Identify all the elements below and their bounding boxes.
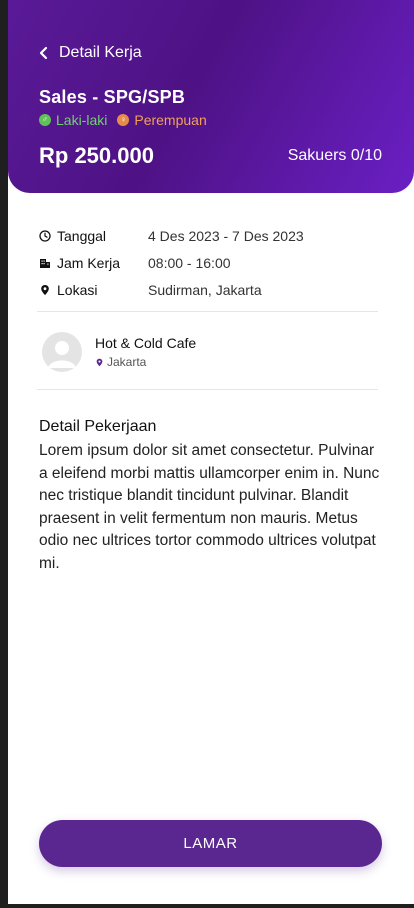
job-details: Tanggal 4 Des 2023 - 7 Des 2023 Jam Kerj… <box>39 222 389 303</box>
detail-row-hours: Jam Kerja 08:00 - 16:00 <box>39 249 389 276</box>
gender-male-label: Laki-laki <box>56 112 108 128</box>
location-label: Lokasi <box>57 281 98 298</box>
job-header: Detail Kerja Sales - SPG/SPB ♂ Laki-laki… <box>8 0 414 193</box>
date-value: 4 Des 2023 - 7 Des 2023 <box>148 227 304 244</box>
app-screen: Detail Kerja Sales - SPG/SPB ♂ Laki-laki… <box>8 0 414 904</box>
job-title: Sales - SPG/SPB <box>39 87 186 107</box>
company-location: Jakarta <box>95 355 196 369</box>
gender-list: ♂ Laki-laki ♀ Perempuan <box>39 112 207 128</box>
description-body: Lorem ipsum dolor sit amet consectetur. … <box>39 442 380 572</box>
detail-row-location: Lokasi Sudirman, Jakarta <box>39 276 389 303</box>
apply-button[interactable]: LAMAR <box>39 820 382 867</box>
location-pin-icon <box>41 284 49 295</box>
company-avatar <box>42 332 82 372</box>
date-label: Tanggal <box>57 227 107 244</box>
building-icon <box>40 258 50 268</box>
user-avatar-icon <box>48 341 76 368</box>
detail-row-date: Tanggal 4 Des 2023 - 7 Des 2023 <box>39 222 389 249</box>
back-button[interactable]: Detail Kerja <box>38 44 142 62</box>
female-icon: ♀ <box>117 114 130 126</box>
location-pin-icon <box>96 358 103 366</box>
divider <box>37 389 378 390</box>
gender-female-label: Perempuan <box>134 112 207 128</box>
job-price: Rp 250.000 <box>39 143 154 168</box>
company-city: Jakarta <box>107 355 147 369</box>
hours-label: Jam Kerja <box>57 254 121 271</box>
hours-value: 08:00 - 16:00 <box>148 254 231 271</box>
gender-female: ♀ Perempuan <box>117 112 207 128</box>
clock-icon <box>39 229 51 242</box>
job-description: Detail Pekerjaan Lorem ipsum dolor sit a… <box>39 418 384 575</box>
chevron-left-icon <box>39 46 48 60</box>
male-icon: ♂ <box>39 114 51 126</box>
back-label: Detail Kerja <box>59 44 142 61</box>
location-value: Sudirman, Jakarta <box>148 281 262 298</box>
description-title: Detail Pekerjaan <box>39 418 157 435</box>
quota-count: Sakuers 0/10 <box>287 147 382 164</box>
gender-male: ♂ Laki-laki <box>39 112 107 128</box>
company-name: Hot & Cold Cafe <box>95 335 197 351</box>
divider <box>37 311 378 312</box>
company-card[interactable]: Hot & Cold Cafe Jakarta <box>42 332 196 372</box>
